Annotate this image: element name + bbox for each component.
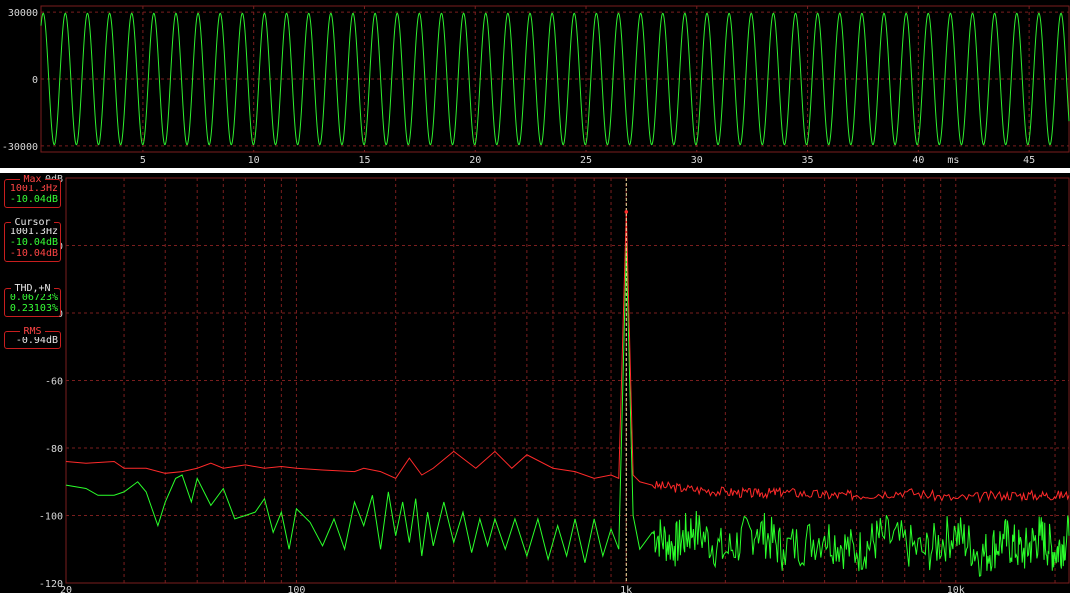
spectrum-x-tick-label: 1k (620, 585, 632, 593)
spectrum-panel: 201001k10k0dB-20-40-60-80-100-120 Max 10… (0, 173, 1070, 593)
spectrum-x-tick-label: 10k (947, 585, 965, 593)
scope-x-tick-label: 25 (580, 155, 592, 166)
spectrum-max-line (65, 211, 1070, 504)
max-readout: Max 1001.3Hz -10.04dB (4, 174, 61, 208)
rms-readout-title: RMS (20, 326, 45, 337)
scope-y-tick-label: -30000 (2, 142, 38, 153)
scope-waveform-line (40, 12, 1070, 146)
rms-readout: RMS -0.94dB (4, 326, 61, 349)
scope-x-tick-label: 5 (140, 155, 146, 166)
scope-y-tick-label: 0 (32, 75, 38, 86)
thd-readout: THD,+N 0.06723% 0.23103% (4, 283, 61, 317)
oscilloscope-chart[interactable]: 5 10 15 20 25 30 35 40 45 30000 0 -30000 ms (0, 0, 1070, 168)
spectrum-y-tick-label: -60 (45, 377, 63, 388)
oscilloscope-panel: 5 10 15 20 25 30 35 40 45 30000 0 -30000 ms (0, 0, 1070, 168)
cursor-readout: Cursor 1001.3Hz -10.04dB -10.04dB (4, 217, 61, 262)
spectrum-x-tick-label: 100 (287, 585, 305, 593)
scope-x-tick-label: 35 (802, 155, 814, 166)
scope-y-tick-label: 30000 (8, 8, 38, 19)
spectrum-peak-point (624, 210, 629, 214)
scope-x-axis-label: ms (947, 155, 959, 166)
scope-x-tick-label: 45 (1023, 155, 1035, 166)
scope-x-tick-label: 15 (358, 155, 370, 166)
max-level: -10.04dB (9, 194, 58, 205)
thd-readout-title: THD,+N (11, 283, 54, 294)
scope-x-tick-label: 20 (469, 155, 481, 166)
spectrum-chart[interactable]: 201001k10k0dB-20-40-60-80-100-120 (0, 173, 1070, 593)
cursor-level-live: -10.04dB (9, 237, 58, 248)
spectrum-live-line (65, 245, 1070, 577)
spectrum-y-tick-label: -100 (39, 512, 63, 523)
scope-x-tick-label: 40 (912, 155, 924, 166)
cursor-readout-title: Cursor (11, 217, 54, 228)
analyzer-window: 5 10 15 20 25 30 35 40 45 30000 0 -30000 ms 20 100 1k 1… (0, 0, 1070, 593)
scope-x-tick-label: 10 (248, 155, 260, 166)
spectrum-y-tick-label: -120 (39, 579, 63, 590)
cursor-level-max: -10.04dB (9, 248, 58, 259)
thdn-value: 0.23103% (9, 303, 58, 314)
max-readout-title: Max (20, 174, 45, 185)
spectrum-y-tick-label: -80 (45, 444, 63, 455)
scope-x-tick-label: 30 (691, 155, 703, 166)
